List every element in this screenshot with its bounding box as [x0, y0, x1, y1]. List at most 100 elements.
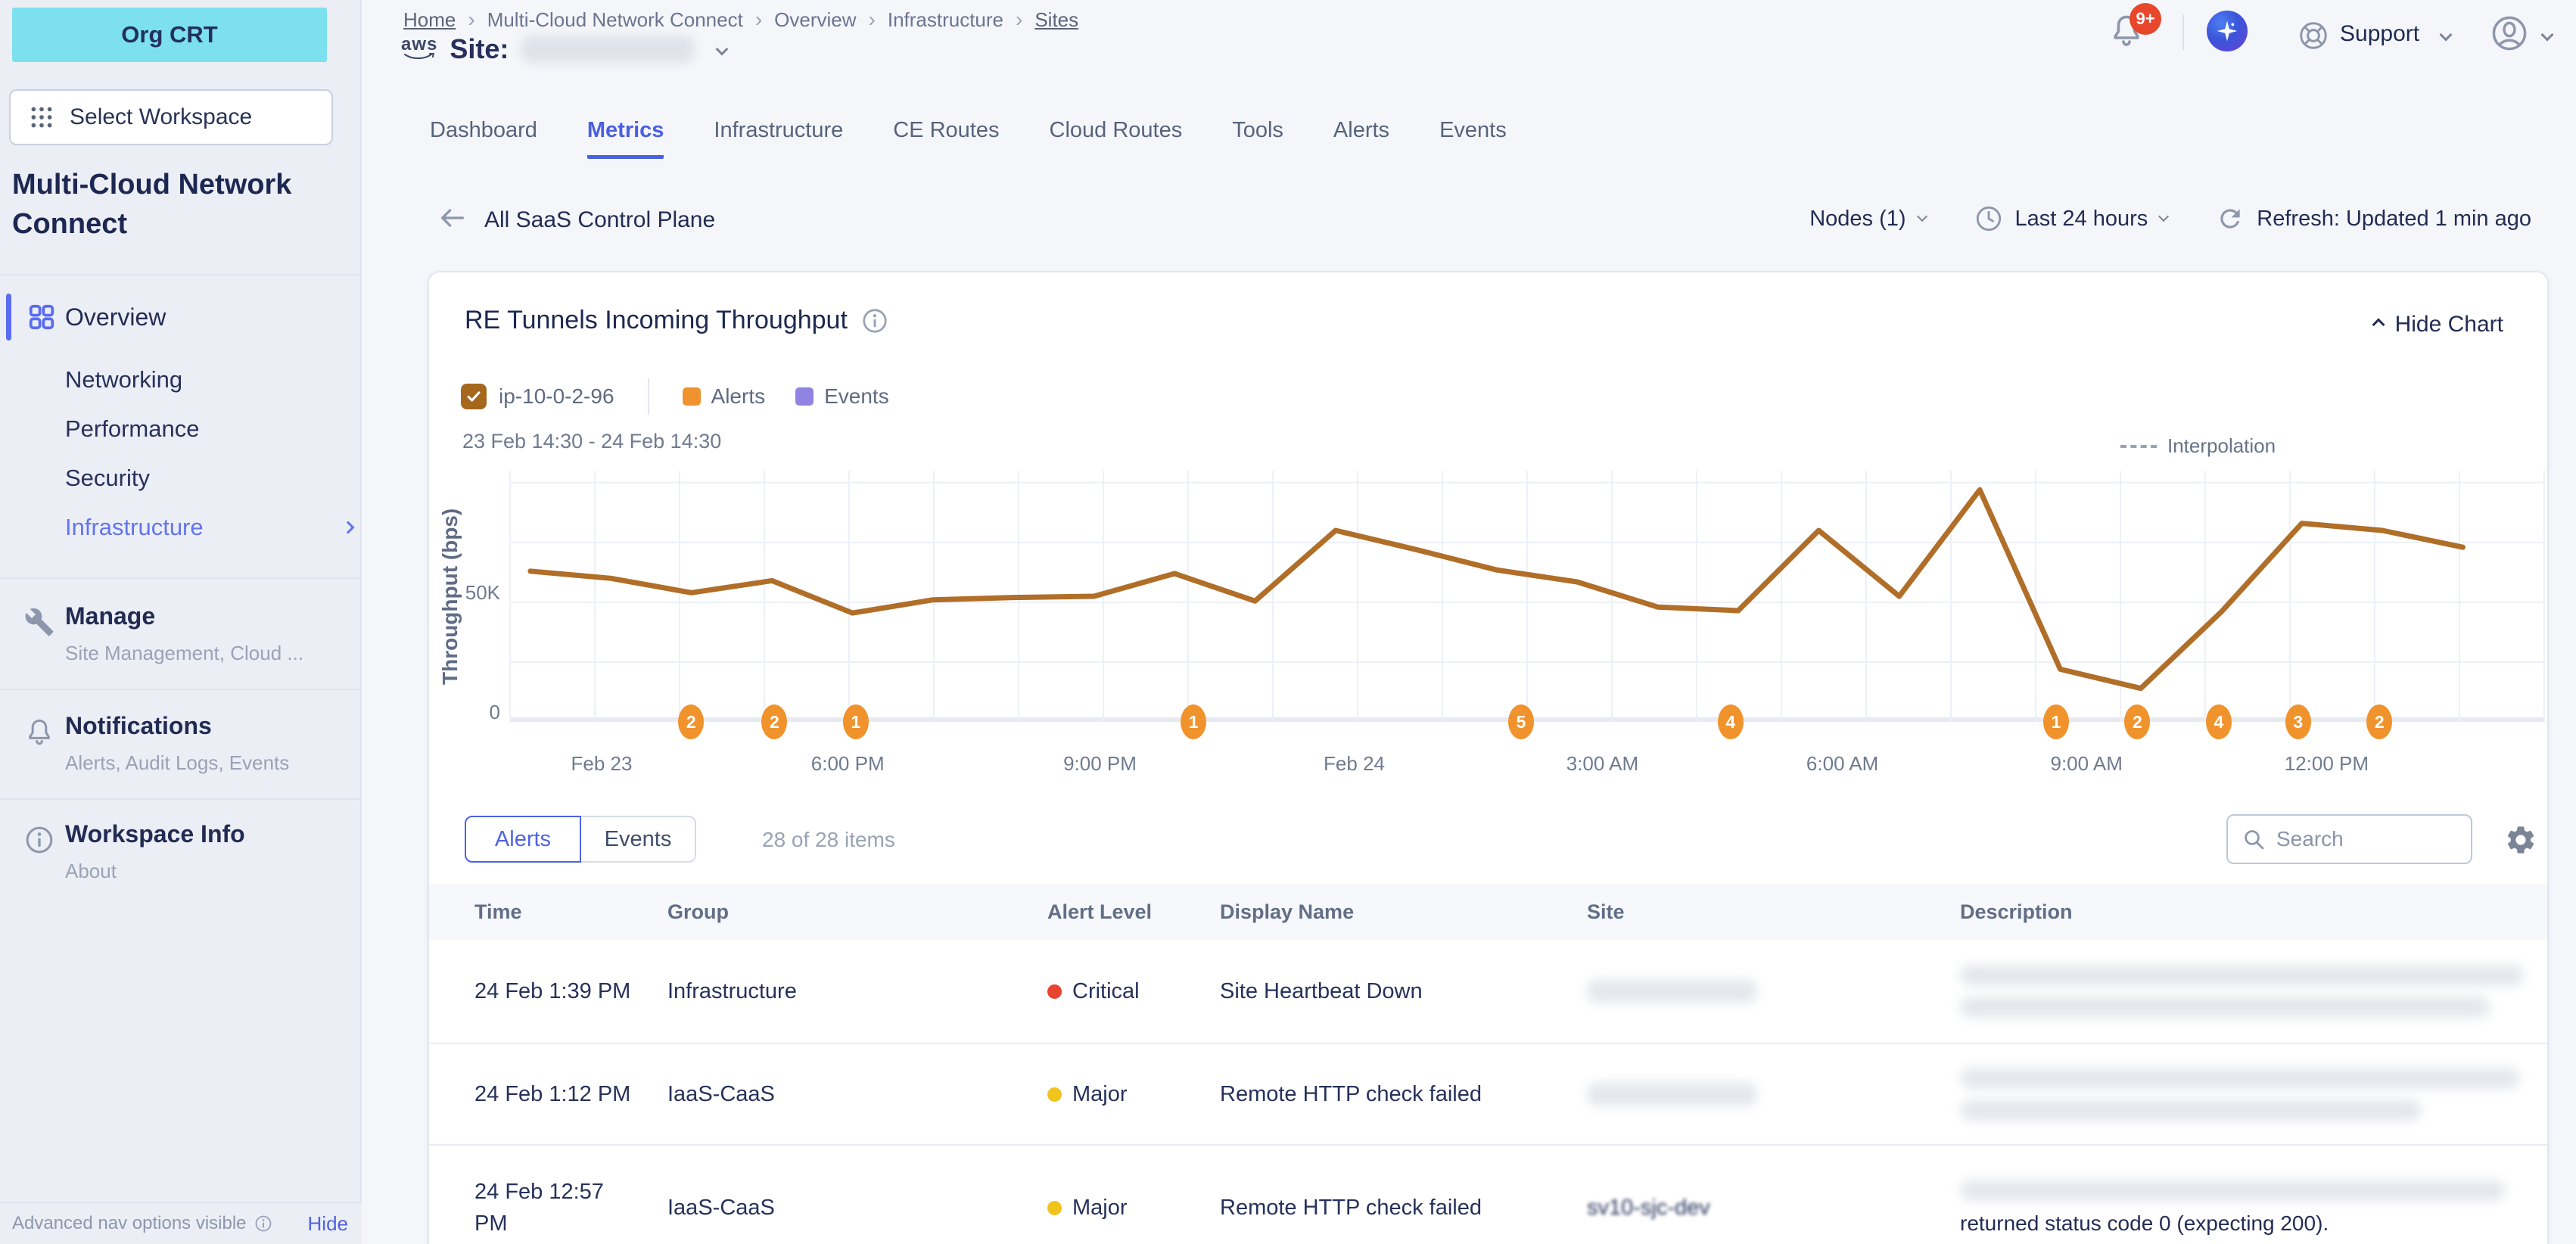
- column-header-alert-level[interactable]: Alert Level: [1047, 900, 1220, 924]
- header-divider: [2182, 15, 2184, 50]
- table-tab-events[interactable]: Events: [580, 816, 696, 863]
- support-chevron-down-icon[interactable]: [2440, 29, 2453, 42]
- tab-cloud-routes[interactable]: Cloud Routes: [1050, 118, 1183, 159]
- cell-time: 24 Feb 1:39 PM: [474, 940, 667, 1043]
- back-arrow-icon[interactable]: [437, 203, 468, 233]
- tab-infrastructure[interactable]: Infrastructure: [714, 118, 843, 159]
- breadcrumb-item[interactable]: Sites: [1034, 8, 1078, 32]
- redacted-site-blob: [1587, 1082, 1757, 1106]
- throughput-line-series: [510, 471, 2544, 722]
- sidebar-section-label: Workspace Info: [65, 820, 245, 848]
- tab-events[interactable]: Events: [1439, 118, 1507, 159]
- breadcrumb-separator: ›: [869, 8, 876, 32]
- alert-count-badge[interactable]: 5: [1508, 704, 1534, 739]
- breadcrumb-item[interactable]: Home: [403, 8, 456, 32]
- support-lifebuoy-icon[interactable]: [2298, 20, 2329, 51]
- breadcrumb-item[interactable]: Overview: [774, 8, 856, 32]
- breadcrumb-separator: ›: [1016, 8, 1022, 32]
- alert-count-badge[interactable]: 2: [761, 704, 787, 739]
- nodes-dropdown[interactable]: Nodes (1): [1809, 207, 1925, 232]
- hide-nav-link[interactable]: Hide: [308, 1212, 348, 1236]
- sidebar-section-manage[interactable]: ManageSite Management, Cloud ...: [0, 596, 362, 695]
- column-header-display-name[interactable]: Display Name: [1220, 900, 1587, 924]
- sidebar-section-notifications[interactable]: NotificationsAlerts, Audit Logs, Events: [0, 706, 362, 804]
- column-header-description[interactable]: Description: [1960, 900, 2502, 924]
- breadcrumb-item[interactable]: Multi-Cloud Network Connect: [487, 8, 743, 32]
- alert-count-badge[interactable]: 2: [2124, 704, 2150, 739]
- table-row[interactable]: 24 Feb 12:57 PMIaaS-CaaSMajorRemote HTTP…: [429, 1144, 2547, 1244]
- sidebar-section-workspace-info[interactable]: Workspace InfoAbout: [0, 814, 362, 913]
- table-tabs: AlertsEvents: [465, 816, 696, 863]
- tab-tools[interactable]: Tools: [1232, 118, 1283, 159]
- table-settings-gear-icon[interactable]: [2504, 823, 2537, 857]
- sidebar-item-overview[interactable]: Overview: [0, 291, 362, 345]
- chart-title: RE Tunnels Incoming Throughput: [465, 306, 888, 335]
- alert-count-badge[interactable]: 2: [678, 704, 704, 739]
- tab-dashboard[interactable]: Dashboard: [430, 118, 537, 159]
- sidebar-item-infrastructure[interactable]: Infrastructure: [65, 503, 353, 552]
- chart-date-range: 23 Feb 14:30 - 24 Feb 14:30: [462, 430, 721, 453]
- org-banner[interactable]: Org CRT: [12, 8, 327, 62]
- alert-count-badge[interactable]: 4: [1718, 704, 1744, 739]
- sidebar-item-networking[interactable]: Networking: [65, 356, 353, 404]
- hide-chart-button[interactable]: Hide Chart: [2374, 312, 2503, 337]
- cell-alert-level: Major: [1047, 1146, 1220, 1244]
- tab-ce-routes[interactable]: CE Routes: [893, 118, 999, 159]
- x-axis-tick: Feb 23: [571, 752, 632, 776]
- chevron-down-icon: [1916, 211, 1927, 222]
- sidebar-item-label: Infrastructure: [65, 514, 204, 541]
- alert-count-badge[interactable]: 1: [843, 704, 869, 739]
- select-workspace-button[interactable]: Select Workspace: [9, 89, 333, 145]
- sidebar-item-label: Performance: [65, 415, 199, 443]
- column-header-time[interactable]: Time: [474, 900, 667, 924]
- search-input[interactable]: [2276, 827, 2457, 851]
- tab-metrics[interactable]: Metrics: [587, 118, 664, 159]
- cell-display-name: Remote HTTP check failed: [1220, 1146, 1587, 1244]
- sidebar-item-performance[interactable]: Performance: [65, 405, 353, 453]
- table-body: 24 Feb 1:39 PMInfrastructureCriticalSite…: [429, 940, 2547, 1244]
- cell-site: [1587, 1044, 1960, 1144]
- info-icon[interactable]: [861, 307, 888, 334]
- alert-count-badge[interactable]: 1: [2043, 704, 2069, 739]
- ai-assistant-icon[interactable]: [2207, 11, 2248, 51]
- alert-count-badge[interactable]: 1: [1181, 704, 1206, 739]
- check-icon: [465, 388, 482, 405]
- table-tab-alerts[interactable]: Alerts: [465, 816, 581, 863]
- table-row[interactable]: 24 Feb 1:39 PMInfrastructureCriticalSite…: [429, 940, 2547, 1043]
- site-chevron-down-icon[interactable]: [716, 43, 729, 56]
- breadcrumb-item[interactable]: Infrastructure: [888, 8, 1003, 32]
- refresh-label: Refresh: Updated 1 min ago: [2257, 207, 2531, 232]
- support-label[interactable]: Support: [2340, 21, 2419, 47]
- back-label[interactable]: All SaaS Control Plane: [484, 207, 715, 233]
- alert-count-badge[interactable]: 4: [2206, 704, 2232, 739]
- table-row[interactable]: 24 Feb 1:12 PMIaaS-CaaSMajorRemote HTTP …: [429, 1043, 2547, 1144]
- cell-description: [1960, 1044, 2543, 1144]
- throughput-chart-plot[interactable]: 22115412432Feb 236:00 PM9:00 PMFeb 243:0…: [510, 471, 2544, 722]
- sidebar-item-label: Networking: [65, 366, 182, 393]
- redacted-description-blob: [1960, 1068, 2520, 1089]
- sidebar-item-security[interactable]: Security: [65, 454, 353, 502]
- column-header-group[interactable]: Group: [667, 900, 1047, 924]
- alerts-table: TimeGroupAlert LevelDisplay NameSiteDesc…: [429, 884, 2547, 1244]
- series-checkbox[interactable]: [461, 384, 487, 409]
- alert-count-badge[interactable]: 3: [2285, 704, 2311, 739]
- redacted-description-blob: [1960, 997, 2490, 1018]
- page-tabs: Dashboard Metrics Infrastructure CE Routes C…: [430, 118, 1507, 159]
- breadcrumb-separator: ›: [468, 8, 474, 32]
- cell-time: 24 Feb 1:12 PM: [474, 1044, 667, 1144]
- profile-avatar-icon[interactable]: [2490, 14, 2529, 53]
- cell-group: Infrastructure: [667, 940, 1047, 1043]
- cell-time: 24 Feb 12:57 PM: [474, 1146, 667, 1244]
- tab-alerts[interactable]: Alerts: [1333, 118, 1389, 159]
- advanced-nav-label: Advanced nav options visible: [12, 1213, 272, 1234]
- nodes-label: Nodes (1): [1809, 207, 1906, 232]
- time-range-dropdown[interactable]: Last 24 hours: [1974, 204, 2168, 233]
- sidebar-section-label: Manage: [65, 602, 155, 630]
- x-axis-tick: Feb 24: [1324, 752, 1385, 776]
- alert-count-badge[interactable]: 2: [2366, 704, 2392, 739]
- refresh-button[interactable]: Refresh: Updated 1 min ago: [2216, 204, 2531, 233]
- column-header-site[interactable]: Site: [1587, 900, 1960, 924]
- alerts-legend-swatch: [683, 387, 701, 406]
- profile-chevron-down-icon[interactable]: [2541, 29, 2554, 42]
- y-tick-0: 0: [432, 701, 500, 724]
